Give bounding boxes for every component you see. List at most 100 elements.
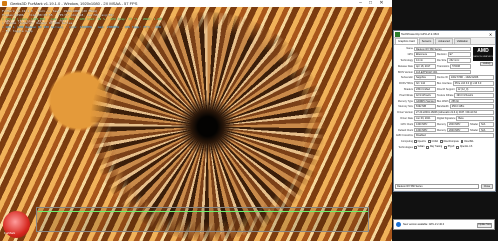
row-sublabel: Memory xyxy=(437,122,447,126)
row-label: AMD CrossFire xyxy=(395,134,413,138)
row-value: 1002 67DF - 1DA2 E366 xyxy=(448,75,494,81)
row-value: 113-EXT90117-001 xyxy=(414,69,471,75)
update-now-button[interactable]: Update Now xyxy=(477,223,492,228)
row-value: 256.0 GB/s xyxy=(449,104,494,110)
row-sublabel: Die Size xyxy=(437,58,447,62)
row-sublabel: Bus Interface xyxy=(437,82,452,86)
row-sublabel: Bandwidth xyxy=(437,105,449,109)
row-sublabel: Shader xyxy=(470,128,479,132)
checkbox-icon xyxy=(440,140,443,143)
row-value: Apr 18, 2017 xyxy=(414,63,436,69)
row-sublabel: Digital Signature xyxy=(437,116,456,120)
checkbox-icon xyxy=(444,146,447,149)
row-value: 2304 Unified xyxy=(414,87,436,92)
amd-logo-text: AMD xyxy=(477,48,489,54)
row-value: 14 nm xyxy=(414,58,436,63)
checkbox-icon xyxy=(426,146,429,149)
close-button[interactable]: Close xyxy=(481,183,493,189)
row-value: Disabled xyxy=(414,133,494,139)
checkbox-cuda[interactable]: CUDA xyxy=(428,140,438,143)
row-label: Default Clock xyxy=(398,128,413,132)
row-label: GPU Clock xyxy=(400,122,413,126)
checkbox-icon xyxy=(428,140,431,143)
row-sublabel: Device ID xyxy=(437,76,448,80)
row-label: Memory Type xyxy=(397,99,413,103)
checkbox-physx[interactable]: PhysX xyxy=(444,146,454,149)
minimize-icon[interactable]: – xyxy=(356,0,365,7)
row-label: Pixel Fillrate xyxy=(399,93,413,97)
row-value: N/A xyxy=(479,127,494,133)
checkbox-label: Ray Tracing xyxy=(429,146,443,149)
checkbox-icon xyxy=(460,140,464,143)
row-value: GDDR5 (Samsung) xyxy=(414,98,436,104)
gpuz-footer: Radeon RX 580 Series Close xyxy=(395,183,493,189)
row-value: Beta xyxy=(456,116,494,121)
row-label: BIOS Version xyxy=(397,70,413,74)
row-value: E7 xyxy=(447,52,471,58)
temperature-graph-line xyxy=(38,211,368,212)
row-value: 8192 MB xyxy=(414,104,436,110)
row-label: Driver Version xyxy=(397,111,413,115)
row-value: Sapphire xyxy=(414,75,436,81)
osd-line: - F1: toggle help xyxy=(2,29,33,33)
temperature-graph xyxy=(36,207,369,232)
row-label: Shaders xyxy=(403,87,413,91)
row-label: Driver Date xyxy=(400,116,413,120)
row-value: 2000 MHz xyxy=(447,121,470,127)
checkbox-label: Vulkan xyxy=(417,146,425,149)
row-value: 193.0 GTexel/s xyxy=(454,92,494,98)
close-icon[interactable]: ✕ xyxy=(487,31,494,38)
gpuz-graphics-card-panel: AMD RADEON GRAPHICS Lookup Name Radeon R… xyxy=(394,44,495,190)
row-label: Computing xyxy=(400,140,413,144)
row-value: 232 mm² xyxy=(447,58,471,63)
gpuz-window: TechPowerUp GPU-Z 2.38.0 ✕ Graphics Card… xyxy=(393,30,496,192)
row-value: N/A xyxy=(479,121,494,127)
technologies-row: Technologies Vulkan Ray Tracing PhysX Op… xyxy=(395,145,494,151)
checkbox-opencl[interactable]: OpenCL xyxy=(414,140,426,143)
row-label: Technology xyxy=(400,58,413,62)
row-sublabel: Memory xyxy=(437,128,447,132)
furmark-window: Geeks3D FurMark v1.19.1.0 - Window, 1920… xyxy=(0,0,392,241)
close-icon[interactable]: ✕ xyxy=(377,0,386,7)
maximize-icon[interactable]: □ xyxy=(366,0,375,7)
checkbox-opengl[interactable]: OpenGL 4.6 xyxy=(456,146,472,149)
checkbox-ray-tracing[interactable]: Ray Tracing xyxy=(426,146,442,149)
row-label: ROPs/TMUs xyxy=(398,82,413,86)
checkbox-icon xyxy=(414,140,417,143)
checkbox-directcompute[interactable]: DirectCompute xyxy=(440,140,459,143)
checkbox-label: DirectML xyxy=(464,140,474,143)
row-value: 27.20.22001.16006 (Adrenalin 21.6.1) DCH… xyxy=(414,110,494,116)
row-label: Name xyxy=(406,47,413,51)
gpuz-window-title: TechPowerUp GPU-Z 2.38.0 xyxy=(401,32,440,36)
furmark-window-title: Geeks3D FurMark v1.19.1.0 - Window, 1920… xyxy=(10,1,138,6)
update-notification: New version available: GPU-Z 2.40.0 Upda… xyxy=(393,219,495,230)
row-value: 1340 MHz xyxy=(414,121,436,127)
amd-logo-subtext: RADEON GRAPHICS xyxy=(473,56,493,58)
checkbox-icon xyxy=(414,146,417,149)
checkbox-label: DirectCompute xyxy=(443,140,459,143)
gpuz-app-icon xyxy=(395,32,400,37)
checkbox-vulkan[interactable]: Vulkan xyxy=(414,146,424,149)
row-sublabel: Transistors xyxy=(437,64,450,68)
row-sublabel: DirectX Support xyxy=(437,87,455,91)
row-value: 12 (12_0) xyxy=(455,87,494,92)
row-sublabel: Texture Fillrate xyxy=(437,93,454,97)
row-label: Subvendor xyxy=(400,76,413,80)
temperature-graph-label: GPU 1: 73°C (min: 45°C - max: 73°C) xyxy=(5,19,69,23)
checkbox-directml[interactable]: DirectML xyxy=(460,140,474,143)
furmark-titlebar[interactable]: Geeks3D FurMark v1.19.1.0 - Window, 1920… xyxy=(0,0,392,7)
row-value: 1340 MHz xyxy=(414,127,436,133)
row-value: Radeon RX 580 Series xyxy=(414,46,471,52)
checkbox-label: PhysX xyxy=(447,146,455,149)
checkbox-label: OpenCL xyxy=(417,140,427,143)
row-label: Release Date xyxy=(397,64,413,68)
gpu-select-dropdown[interactable]: Radeon RX 580 Series xyxy=(395,183,479,189)
checkbox-label: CUDA xyxy=(431,140,439,143)
amd-radeon-logo: AMD xyxy=(473,47,493,61)
row-value: 5700M xyxy=(450,63,471,69)
furmark-logo-text: FurMark xyxy=(4,231,16,235)
row-label: Memory Size xyxy=(398,105,413,109)
gpuz-titlebar[interactable]: TechPowerUp GPU-Z 2.38.0 ✕ xyxy=(394,31,495,38)
lookup-button[interactable]: Lookup xyxy=(480,62,493,66)
checkbox-icon xyxy=(456,146,459,149)
